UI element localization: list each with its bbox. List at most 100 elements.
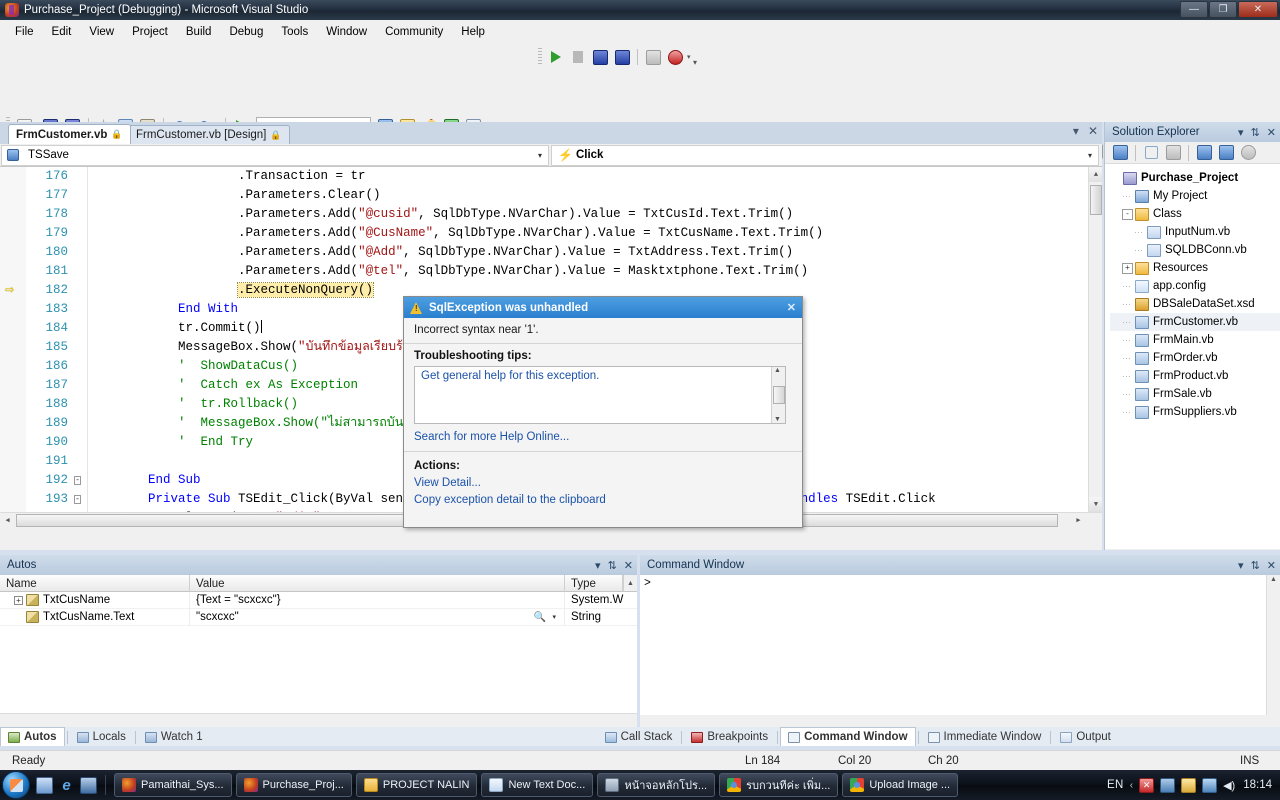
- autos-grid-body[interactable]: + TxtCusName {Text = "scxcxc"} System.W TxtC…: [0, 591, 637, 726]
- show-desktop-icon[interactable]: [36, 776, 53, 794]
- table-row[interactable]: TxtCusName.Text "scxcxc" 🔍 ▾ String: [0, 608, 637, 626]
- magnifier-icon[interactable]: 🔍: [534, 612, 546, 623]
- scroll-up-icon[interactable]: ▲: [1089, 167, 1102, 182]
- close-icon[interactable]: ✕: [1267, 126, 1276, 139]
- tree-expander[interactable]: +: [1122, 262, 1133, 274]
- outlining-cell[interactable]: [74, 433, 87, 452]
- row-expander[interactable]: +: [14, 595, 23, 605]
- tips-scrollbar[interactable]: ▲ ▼: [771, 367, 785, 423]
- tab-frmcustomer-vb-design[interactable]: FrmCustomer.vb [Design] 🔒: [128, 125, 290, 144]
- menu-item-edit[interactable]: Edit: [43, 23, 81, 41]
- tree-item[interactable]: ⋯ FrmSale.vb: [1110, 385, 1280, 403]
- close-icon[interactable]: ✕: [624, 559, 633, 572]
- outlining-cell[interactable]: [74, 414, 87, 433]
- code-line[interactable]: .Parameters.Clear(): [88, 186, 1088, 205]
- chevron-up-icon[interactable]: ‹: [1130, 780, 1133, 791]
- dock-tab-watch-1[interactable]: Watch 1: [138, 728, 210, 746]
- code-line[interactable]: .Transaction = tr: [88, 167, 1088, 186]
- tree-item[interactable]: ⋯ FrmProduct.vb: [1110, 367, 1280, 385]
- tree-item[interactable]: ⋯ FrmOrder.vb: [1110, 349, 1280, 367]
- outlining-cell[interactable]: [74, 395, 87, 414]
- antivirus-icon[interactable]: ✕: [1139, 777, 1155, 793]
- pin-icon[interactable]: ⇅: [1251, 559, 1260, 572]
- tree-item[interactable]: ⋯ FrmMain.vb: [1110, 331, 1280, 349]
- dock-tab-call-stack[interactable]: Call Stack: [598, 728, 680, 746]
- taskbar-button[interactable]: Upload Image ...: [842, 773, 959, 797]
- menu-item-community[interactable]: Community: [376, 23, 452, 41]
- tree-item[interactable]: - Class: [1110, 205, 1280, 223]
- tree-expander[interactable]: -: [1122, 208, 1133, 220]
- tab-list-dropdown-icon[interactable]: ▾: [1073, 124, 1079, 138]
- outlining-cell[interactable]: [74, 300, 87, 319]
- outlining-margin[interactable]: --: [74, 167, 88, 527]
- copy-exception-detail-link[interactable]: Copy exception detail to the clipboard: [414, 494, 792, 506]
- autos-name-cell[interactable]: + TxtCusName: [0, 591, 190, 609]
- scroll-down-icon[interactable]: ▼: [1089, 497, 1102, 512]
- tree-item[interactable]: + Resources: [1110, 259, 1280, 277]
- maximize-button[interactable]: ❐: [1209, 1, 1237, 18]
- scroll-left-icon[interactable]: ◀: [0, 513, 15, 527]
- outlining-cell[interactable]: [74, 224, 87, 243]
- column-header-name[interactable]: Name: [0, 575, 190, 592]
- toolbar-grip[interactable]: [538, 48, 542, 66]
- taskbar-button[interactable]: Purchase_Proj...: [235, 773, 352, 797]
- taskbar-button[interactable]: รบกวนทีค่ะ เพิ่ม...: [719, 773, 839, 797]
- members-object-combo[interactable]: TSSave ▾: [1, 144, 549, 166]
- chevron-down-icon[interactable]: ▾: [595, 559, 601, 572]
- language-indicator[interactable]: EN: [1107, 779, 1124, 791]
- pin-icon[interactable]: ⇅: [608, 559, 617, 572]
- autos-value-cell[interactable]: {Text = "scxcxc"}: [190, 591, 565, 609]
- properties-icon[interactable]: [1110, 143, 1130, 163]
- command-window-input[interactable]: >: [640, 575, 1280, 715]
- menu-item-tools[interactable]: Tools: [272, 23, 317, 41]
- close-icon[interactable]: ✕: [1267, 559, 1276, 572]
- tree-item[interactable]: ⋯ My Project: [1110, 187, 1280, 205]
- command-window-scrollbar[interactable]: ▲: [1266, 575, 1280, 715]
- close-button[interactable]: ✕: [1238, 1, 1278, 18]
- taskbar-button[interactable]: New Text Doc...: [481, 773, 594, 797]
- outlining-cell[interactable]: [74, 262, 87, 281]
- outlining-cell[interactable]: [74, 243, 87, 262]
- code-line[interactable]: .Parameters.Add("@cusid", SqlDbType.NVar…: [88, 205, 1088, 224]
- autos-horizontal-scrollbar[interactable]: [0, 713, 637, 727]
- outlining-cell[interactable]: [74, 338, 87, 357]
- outlining-cell[interactable]: -: [74, 471, 87, 490]
- outlining-cell[interactable]: [74, 281, 87, 300]
- vertical-scroll-thumb[interactable]: [1090, 185, 1102, 215]
- debug-toolbar-overflow[interactable]: ▾: [691, 47, 700, 67]
- scroll-up-icon[interactable]: ▲: [774, 367, 781, 374]
- refresh-icon[interactable]: [1163, 143, 1183, 163]
- chevron-down-icon[interactable]: ▾: [1088, 151, 1098, 160]
- volume-icon[interactable]: ◀): [1223, 779, 1235, 792]
- tree-item[interactable]: ⋯ DBSaleDataSet.xsd: [1110, 295, 1280, 313]
- tips-scroll-thumb[interactable]: [773, 386, 785, 404]
- taskbar-button[interactable]: หน้าจอหลักโปร...: [597, 773, 716, 797]
- dock-tab-autos[interactable]: Autos: [0, 727, 65, 746]
- tree-item[interactable]: ⋯ FrmCustomer.vb: [1110, 313, 1280, 331]
- outlining-cell[interactable]: [74, 205, 87, 224]
- outlining-cell[interactable]: [74, 167, 87, 186]
- tab-frmcustomer-vb[interactable]: FrmCustomer.vb 🔒: [8, 124, 131, 144]
- close-editor-icon[interactable]: ✕: [1088, 124, 1098, 138]
- code-line[interactable]: .Parameters.Add("@Add", SqlDbType.NVarCh…: [88, 243, 1088, 262]
- taskbar-button[interactable]: PROJECT NALIN: [355, 773, 478, 797]
- scroll-up-icon[interactable]: ▲: [623, 575, 637, 591]
- restart-icon[interactable]: [612, 47, 632, 67]
- show-next-statement-icon[interactable]: [643, 47, 663, 67]
- show-all-files-icon[interactable]: [1141, 143, 1161, 163]
- table-row[interactable]: + TxtCusName {Text = "scxcxc"} System.W: [0, 591, 637, 609]
- monitor-icon[interactable]: [1160, 777, 1176, 793]
- stop-debug-icon[interactable]: [590, 47, 610, 67]
- pin-icon[interactable]: ⇅: [1251, 126, 1260, 139]
- tree-item[interactable]: ⋯ SQLDBConn.vb: [1110, 241, 1280, 259]
- view-designer-icon[interactable]: [1216, 143, 1236, 163]
- chevron-down-icon[interactable]: ▾: [1238, 559, 1244, 572]
- dock-tab-locals[interactable]: Locals: [70, 728, 133, 746]
- tree-item[interactable]: ⋯ FrmSuppliers.vb: [1110, 403, 1280, 421]
- exception-help-link[interactable]: Get general help for this exception.: [421, 370, 599, 382]
- menu-item-help[interactable]: Help: [452, 23, 494, 41]
- break-all-icon[interactable]: [568, 47, 588, 67]
- solution-tree[interactable]: Purchase_Project ⋯ My Project - Class ⋯ InputN…: [1105, 164, 1280, 549]
- dock-tab-immediate-window[interactable]: Immediate Window: [921, 728, 1049, 746]
- outlining-cell[interactable]: [74, 452, 87, 471]
